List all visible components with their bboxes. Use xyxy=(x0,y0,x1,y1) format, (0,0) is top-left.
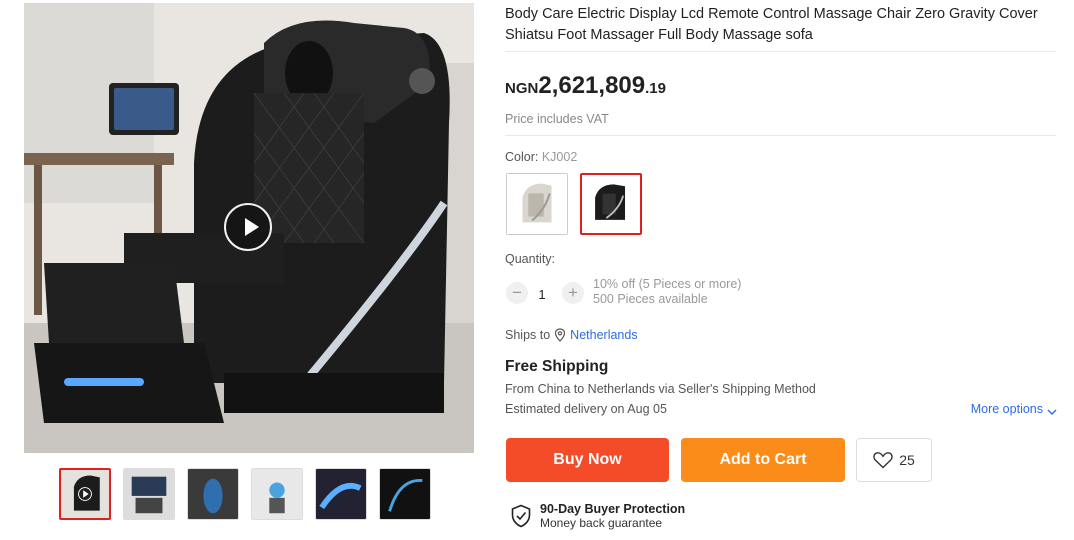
ships-to-label: Ships to xyxy=(505,328,551,342)
remote-thumbnail-image xyxy=(124,469,174,519)
price-decimal: .19 xyxy=(645,80,666,97)
more-options-link[interactable]: More options xyxy=(971,402,1057,416)
product-title: Body Care Electric Display Lcd Remote Co… xyxy=(505,6,1038,43)
color-label: Color: KJ002 xyxy=(505,150,577,164)
foot-thumbnail-image xyxy=(316,469,366,519)
chair-thumbnail-image xyxy=(61,470,109,518)
feature-thumbnail-image xyxy=(380,469,430,519)
price-currency: NGN xyxy=(505,80,539,97)
divider xyxy=(505,135,1056,136)
location-pin-icon xyxy=(554,328,566,342)
buy-now-button[interactable]: Buy Now xyxy=(506,438,669,482)
discount-text: 10% off (5 Pieces or more) xyxy=(593,277,742,291)
protection-subtitle: Money back guarantee xyxy=(540,516,663,530)
main-product-image[interactable] xyxy=(24,3,474,453)
thumbnail-3[interactable] xyxy=(187,468,239,520)
track-thumbnail-image xyxy=(252,469,302,519)
shield-check-icon xyxy=(510,504,532,528)
thumbnail-4[interactable] xyxy=(251,468,303,520)
color-option-black[interactable] xyxy=(580,173,642,235)
quantity-info: 10% off (5 Pieces or more) 500 Pieces av… xyxy=(593,277,741,307)
wishlist-count: 25 xyxy=(899,452,915,468)
play-video-button[interactable] xyxy=(224,203,272,251)
price-integer: 2,621,809 xyxy=(538,72,646,99)
white-chair-image xyxy=(507,174,567,234)
vat-note: Price includes VAT xyxy=(505,112,609,126)
chevron-down-icon xyxy=(1047,405,1057,415)
thumbnail-strip xyxy=(59,468,431,520)
buyer-protection: 90-Day Buyer Protection Money back guara… xyxy=(510,502,685,530)
color-selected-value: KJ002 xyxy=(541,150,578,164)
quantity-increase-button[interactable]: + xyxy=(562,282,584,304)
more-options-label: More options xyxy=(970,402,1043,416)
black-chair-image xyxy=(582,175,640,233)
destination-link[interactable]: Netherlands xyxy=(570,328,637,342)
product-price: NGN2,621,809.19 xyxy=(505,72,666,100)
ships-to: Ships to Netherlands xyxy=(505,328,638,342)
protection-text: 90-Day Buyer Protection Money back guara… xyxy=(540,502,685,530)
thumbnail-6[interactable] xyxy=(379,468,431,520)
color-label-text: Color: xyxy=(505,150,539,164)
quantity-label: Quantity: xyxy=(505,252,556,266)
massage-thumbnail-image xyxy=(188,469,238,519)
divider xyxy=(505,51,1056,52)
heart-icon xyxy=(873,451,893,469)
shipping-route: From China to Netherlands via Seller's S… xyxy=(505,382,816,396)
estimated-delivery: Estimated delivery on Aug 05 xyxy=(505,402,667,416)
free-shipping-heading: Free Shipping xyxy=(505,358,609,375)
protection-title: 90-Day Buyer Protection xyxy=(540,502,686,516)
wishlist-button[interactable]: 25 xyxy=(856,438,932,482)
color-option-white[interactable] xyxy=(506,173,568,235)
quantity-input[interactable] xyxy=(525,284,559,304)
thumbnail-1[interactable] xyxy=(59,468,111,520)
available-text: 500 Pieces available xyxy=(593,292,708,306)
thumbnail-2[interactable] xyxy=(123,468,175,520)
thumbnail-5[interactable] xyxy=(315,468,367,520)
add-to-cart-button[interactable]: Add to Cart xyxy=(681,438,845,482)
